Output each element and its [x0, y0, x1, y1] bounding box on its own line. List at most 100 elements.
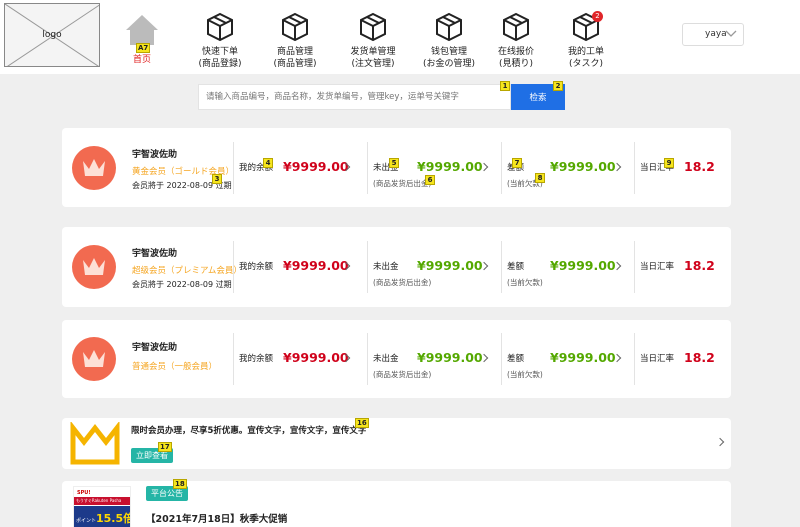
- diff-note: (当前欠款): [507, 278, 543, 287]
- nav-item-label: 快速下单: [201, 47, 238, 57]
- member-level: 超级会员（プレミアム会員）: [132, 266, 242, 276]
- unshipped-note: (商品发货后出金): [373, 278, 432, 287]
- member-name: 宇智波佐助: [132, 249, 178, 259]
- nav-item-4[interactable]: 在线报价 (見積り): [476, 12, 556, 74]
- divider: [233, 241, 234, 293]
- divider: [501, 241, 502, 293]
- divider: [634, 241, 635, 293]
- box-icon: [436, 12, 462, 42]
- divider: [501, 142, 502, 194]
- nav-item-5[interactable]: 我的工单 (タスク) 2: [546, 11, 626, 74]
- member-avatar: [72, 245, 116, 289]
- top-nav-bar: logo A7 首页 快速下单 (商品登録) 商品管理 (商品管理) 发货单管理 (注文管…: [0, 0, 800, 74]
- logo-text: logo: [42, 30, 62, 40]
- marker-5: 5: [389, 158, 399, 168]
- unshipped-note: (商品发货后出金): [373, 179, 432, 188]
- nav-item-2[interactable]: 发货单管理 (注文管理): [333, 12, 413, 74]
- thumbnail-point-text: ポイント: [76, 518, 97, 524]
- marker-17: 17: [158, 442, 172, 452]
- divider: [367, 142, 368, 194]
- member-name: 宇智波佐助: [132, 150, 178, 160]
- nav-item-sublabel: (商品管理): [273, 59, 317, 69]
- unshipped-label: 未出金: [373, 262, 399, 272]
- box-icon: [207, 12, 233, 42]
- unshipped-value: ¥9999.00: [417, 350, 483, 365]
- marker-1: 1: [500, 81, 510, 91]
- marker-2: 2: [553, 81, 563, 91]
- rate-label: 当日汇率: [640, 354, 675, 364]
- nav-item-1[interactable]: 商品管理 (商品管理): [255, 12, 335, 74]
- thumbnail-banner-text: もうすぐRakuten Pasha: [74, 497, 130, 505]
- divider: [233, 142, 234, 194]
- balance-label: 我的余额: [239, 262, 274, 272]
- member-expiry: 会员將于 2022-08-09 过期: [132, 280, 232, 289]
- marker-3: 3: [212, 174, 222, 184]
- box-icon: [282, 12, 308, 42]
- member-avatar: [72, 146, 116, 190]
- marker-8: 8: [535, 173, 545, 183]
- crown-icon: [83, 258, 105, 275]
- diff-value: ¥9999.00: [550, 258, 616, 273]
- crown-icon: [83, 159, 105, 176]
- divider: [501, 333, 502, 385]
- diff-note: (当前欠款): [507, 370, 543, 379]
- notice-title[interactable]: 【2021年7月18日】秋季大促销: [146, 511, 287, 525]
- unshipped-note: (商品发货后出金): [373, 370, 432, 379]
- marker-6: 6: [425, 175, 435, 185]
- nav-item-sublabel: (商品登録): [198, 59, 242, 69]
- unshipped-value: ¥9999.00: [417, 159, 483, 174]
- marker-18: 18: [173, 479, 187, 489]
- unshipped-value: ¥9999.00: [417, 258, 483, 273]
- nav-item-label: 商品管理: [276, 47, 313, 57]
- rate-label: 当日汇率: [640, 262, 675, 272]
- divider: [367, 241, 368, 293]
- divider: [367, 333, 368, 385]
- nav-item-sublabel: (タスク): [568, 59, 604, 69]
- divider: [634, 142, 635, 194]
- member-name: 宇智波佐助: [132, 343, 178, 353]
- logo[interactable]: logo: [4, 3, 100, 67]
- diff-label: 差额: [507, 354, 525, 364]
- marker-9: 9: [664, 158, 674, 168]
- nav-item-label: 在线报价: [497, 47, 534, 57]
- chevron-right-icon: [715, 437, 725, 447]
- rate-value: 18.2: [684, 159, 715, 174]
- crown-icon: [70, 422, 120, 465]
- member-card: 宇智波佐助 黄金会员（ゴールド会員） 会员將于 2022-08-09 过期 我的余额 ¥…: [62, 128, 731, 207]
- member-avatar: [72, 337, 116, 381]
- nav-item-0[interactable]: 快速下单 (商品登録): [180, 12, 260, 74]
- divider: [233, 333, 234, 385]
- member-card: 宇智波佐助普通会员（一般会員） 我的余额 ¥9999.00 未出金 ¥9999.00 (商…: [62, 320, 731, 398]
- diff-label: 差额: [507, 262, 525, 272]
- promo-banner[interactable]: 限时会员办理，尽享5折优惠。宣传文字，宣传文字，宣传文字 16 立即查看 17: [62, 418, 731, 469]
- balance-label: 我的余额: [239, 354, 274, 364]
- user-menu[interactable]: yaya: [682, 23, 744, 46]
- thumbnail-rate-text: 15.5倍: [96, 512, 131, 525]
- diff-value: ¥9999.00: [550, 350, 616, 365]
- rate-value: 18.2: [684, 258, 715, 273]
- balance-value: ¥9999.00: [283, 159, 349, 174]
- rate-value: 18.2: [684, 350, 715, 365]
- box-icon: [503, 12, 529, 42]
- marker-7: 7: [512, 158, 522, 168]
- nav-item-label: 发货单管理: [350, 47, 396, 57]
- unshipped-label: 未出金: [373, 354, 399, 364]
- box-icon: [360, 12, 386, 42]
- marker-4: 4: [263, 158, 273, 168]
- member-card: 宇智波佐助超级会员（プレミアム会員） 会员將于 2022-08-09 过期 我的余额…: [62, 227, 731, 307]
- nav-item-sublabel: (見積り): [498, 59, 534, 69]
- nav-home[interactable]: A7 首页: [124, 12, 160, 65]
- balance-value: ¥9999.00: [283, 258, 349, 273]
- crown-icon: [83, 350, 105, 367]
- diff-value: ¥9999.00: [550, 159, 616, 174]
- nav-home-label: 首页: [132, 55, 151, 65]
- chevron-down-icon: [725, 30, 737, 37]
- divider: [634, 333, 635, 385]
- search-input[interactable]: [198, 84, 511, 110]
- promo-text: 限时会员办理，尽享5折优惠。宣传文字，宣传文字，宣传文字: [131, 426, 367, 436]
- thumbnail-blue-band: ポイント 15.5倍: [74, 506, 131, 527]
- thumbnail-spu-text: SPU!: [77, 490, 91, 496]
- member-level: 普通会员（一般会員）: [132, 362, 218, 372]
- notice-panel[interactable]: SPU! もうすぐRakuten Pasha ポイント 15.5倍 平台公告 1…: [62, 479, 731, 527]
- user-name: yaya: [705, 29, 727, 39]
